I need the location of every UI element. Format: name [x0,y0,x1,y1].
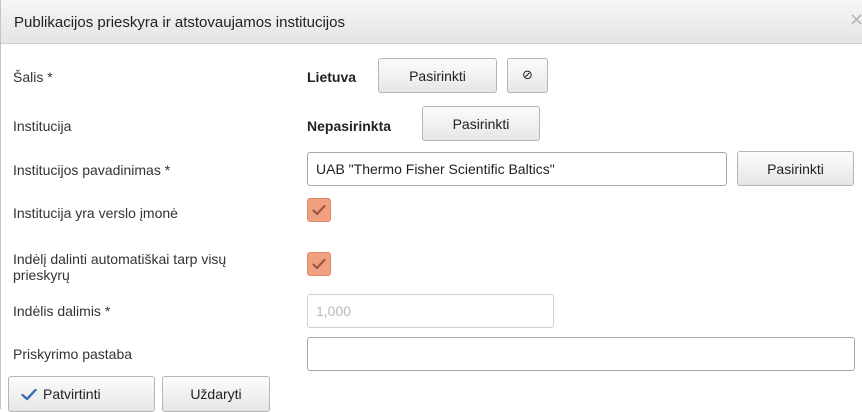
check-icon [312,204,326,216]
close-icon[interactable]: ✕ [849,12,862,30]
is-business-label: Institucija yra verslo įmonė [13,205,178,221]
dialog-title: Publikacijos prieskyra ir atstovaujamos … [14,14,345,31]
institution-select-button[interactable]: Pasirinkti [422,106,540,141]
assignment-dialog: Publikacijos prieskyra ir atstovaujamos … [0,0,862,412]
is-business-checkbox[interactable] [307,198,331,222]
dialog-titlebar: Publikacijos prieskyra ir atstovaujamos … [1,0,862,44]
share-auto-label-line1: Indėlį dalinti automatiškai tarp visų [13,251,227,267]
institution-name-input[interactable]: UAB "Thermo Fisher Scientific Baltics" [307,152,727,186]
contribution-input: 1,000 [307,294,554,328]
confirm-label: Patvirtinti [43,386,101,402]
country-label: Šalis * [13,69,53,85]
institution-name-label: Institucijos pavadinimas * [13,162,171,178]
institution-label: Institucija [13,118,72,134]
share-auto-checkbox[interactable] [307,252,331,276]
check-icon [312,258,326,270]
confirm-button[interactable]: Patvirtinti [8,376,155,412]
note-input[interactable] [307,337,855,371]
contribution-label: Indėlis dalimis * [13,303,111,319]
country-select-button[interactable]: Pasirinkti [378,58,497,93]
share-auto-label: Indėlį dalinti automatiškai tarp visų pr… [13,251,226,283]
country-value: Lietuva [307,69,357,85]
institution-value: Nepasirinkta [307,118,392,134]
close-button[interactable]: Uždaryti [162,376,270,412]
clear-icon: ⊘ [522,68,533,83]
country-clear-button[interactable]: ⊘ [507,58,548,93]
share-auto-label-line2: prieskyrų [13,267,70,283]
institution-name-select-button[interactable]: Pasirinkti [737,151,854,186]
confirm-check-icon [21,388,37,400]
note-label: Priskyrimo pastaba [13,346,133,362]
